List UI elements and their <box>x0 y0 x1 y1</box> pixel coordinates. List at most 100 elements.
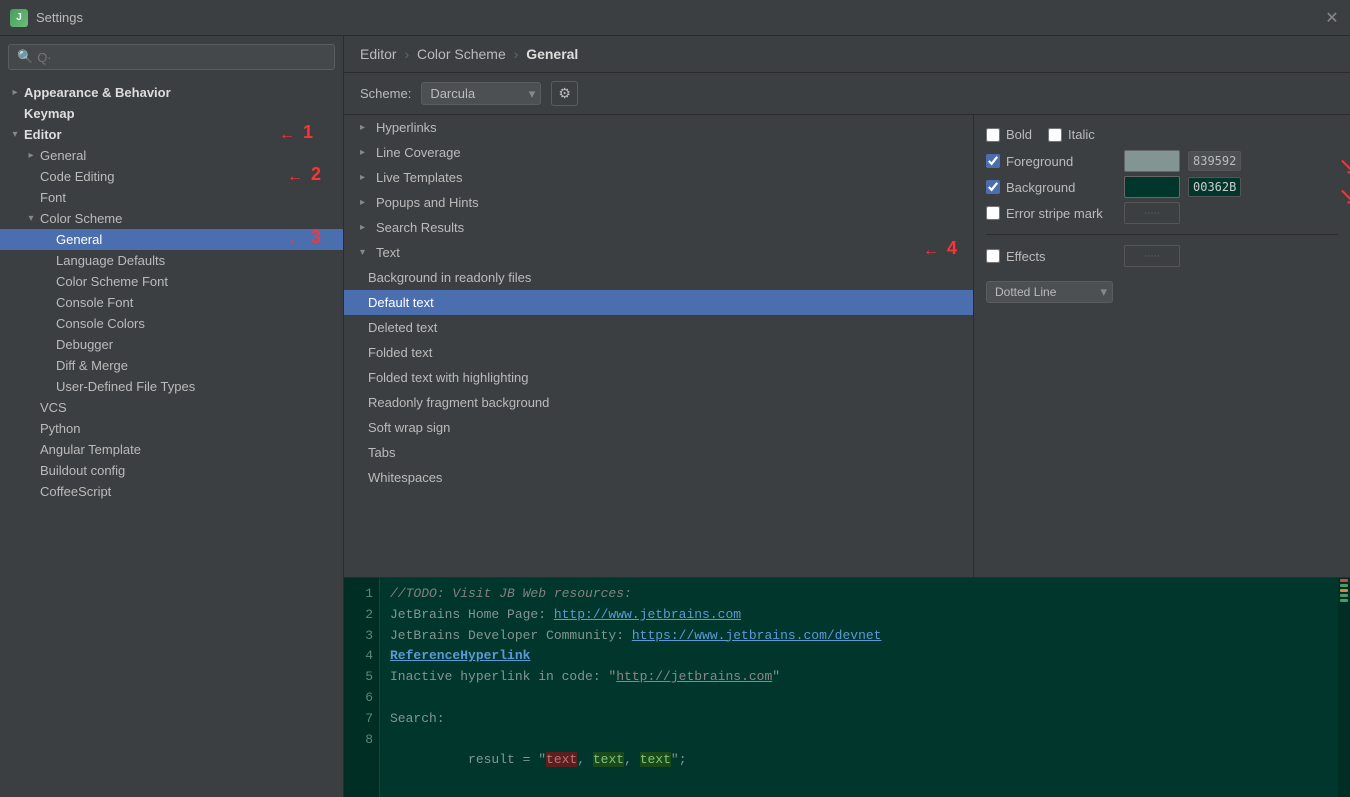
sidebar-label-color-scheme-font: Color Scheme Font <box>56 274 168 289</box>
background-checkbox-label[interactable]: Background <box>986 180 1116 195</box>
expand-arrow-appearance <box>8 86 22 100</box>
foreground-checkbox-label[interactable]: Foreground <box>986 154 1116 169</box>
gear-button[interactable]: ⚙ <box>551 81 578 106</box>
annotation-2a: 2 <box>311 164 321 185</box>
scroll-mark-5 <box>1340 599 1348 602</box>
background-checkbox[interactable] <box>986 180 1000 194</box>
scroll-mark-3 <box>1340 589 1348 592</box>
sidebar-label-debugger: Debugger <box>56 337 113 352</box>
scroll-mark-1 <box>1340 579 1348 582</box>
sidebar-item-user-defined[interactable]: User-Defined File Types <box>0 376 343 397</box>
list-item-folded-text[interactable]: Folded text <box>344 340 973 365</box>
sidebar-item-appearance[interactable]: Appearance & Behavior <box>0 82 343 103</box>
expand-arrow-color-scheme <box>24 212 38 226</box>
list-item-whitespaces[interactable]: Whitespaces <box>344 465 973 490</box>
error-stripe-checkbox-label[interactable]: Error stripe mark <box>986 206 1116 221</box>
li-label-line-coverage: Line Coverage <box>376 145 461 160</box>
bold-checkbox[interactable] <box>986 128 1000 142</box>
bold-checkbox-label[interactable]: Bold <box>986 127 1032 142</box>
list-item-deleted-text[interactable]: Deleted text <box>344 315 973 340</box>
sidebar-item-console-font[interactable]: Console Font <box>0 292 343 313</box>
line-numbers: 1 2 3 4 5 6 7 8 <box>344 578 380 797</box>
error-stripe-checkbox[interactable] <box>986 206 1000 220</box>
foreground-checkbox[interactable] <box>986 154 1000 168</box>
list-item-live-templates[interactable]: ▸ Live Templates <box>344 165 973 190</box>
li-label-folded-text: Folded text <box>368 345 432 360</box>
annotation-4: 4 <box>947 238 957 259</box>
effects-checkbox-label[interactable]: Effects <box>986 249 1116 264</box>
foreground-hex: 839592 <box>1188 151 1241 171</box>
sidebar-label-language-defaults: Language Defaults <box>56 253 165 268</box>
close-button[interactable]: ✕ <box>1324 10 1340 26</box>
sidebar-item-keymap[interactable]: Keymap <box>0 103 343 124</box>
scheme-dropdown[interactable]: Darcula Default High contrast <box>421 82 541 105</box>
sidebar-item-python[interactable]: Python <box>0 418 343 439</box>
effects-type-row: Dotted Line Underscored Bold Underscored… <box>986 277 1338 303</box>
sidebar-label-vcs: VCS <box>40 400 67 415</box>
effects-checkbox[interactable] <box>986 249 1000 263</box>
italic-checkbox[interactable] <box>1048 128 1062 142</box>
breadcrumb-part-2: Color Scheme <box>417 46 506 62</box>
expand-arrow-general <box>24 149 38 163</box>
sidebar-item-console-colors[interactable]: Console Colors <box>0 313 343 334</box>
sidebar-label-color-scheme: Color Scheme <box>40 211 122 226</box>
effects-type-dropdown[interactable]: Dotted Line Underscored Bold Underscored… <box>986 281 1113 303</box>
li-label-readonly-fragment: Readonly fragment background <box>368 395 549 410</box>
li-arrow-line-coverage: ▸ <box>360 147 374 158</box>
bold-italic-row: Bold Italic <box>986 127 1338 142</box>
search-box[interactable]: 🔍 <box>8 44 335 70</box>
preview-line-6 <box>390 688 1328 709</box>
list-item-text[interactable]: ▾ Text <box>344 240 973 265</box>
effects-row: Effects <box>986 243 1338 269</box>
list-item-hyperlinks[interactable]: ▸ Hyperlinks <box>344 115 973 140</box>
sidebar-label-appearance: Appearance & Behavior <box>24 85 171 100</box>
italic-checkbox-label[interactable]: Italic <box>1048 127 1095 142</box>
sidebar-item-diff-merge[interactable]: Diff & Merge <box>0 355 343 376</box>
sidebar-item-general[interactable]: General <box>0 145 343 166</box>
preview-line-7: Search: <box>390 709 1328 730</box>
preview-text-7: Search: <box>390 711 445 726</box>
foreground-row: Foreground 839592 代码字体颜色 ↙ <box>986 148 1338 174</box>
scheme-label: Scheme: <box>360 86 411 101</box>
list-item-soft-wrap[interactable]: Soft wrap sign <box>344 415 973 440</box>
line-num-8: 8 <box>352 730 373 751</box>
list-item-line-coverage[interactable]: ▸ Line Coverage <box>344 140 973 165</box>
effects-color-swatch[interactable] <box>1124 245 1180 267</box>
foreground-color-swatch[interactable] <box>1124 150 1180 172</box>
list-item-popups[interactable]: ▸ Popups and Hints <box>344 190 973 215</box>
sidebar-item-coffeescript[interactable]: CoffeeScript <box>0 481 343 502</box>
sidebar-item-buildout[interactable]: Buildout config <box>0 460 343 481</box>
window-title: Settings <box>36 10 1324 25</box>
arrow-3: ← <box>287 231 303 249</box>
preview-comment: //TODO: Visit JB Web resources: <box>390 586 632 601</box>
sidebar-item-editor-wrap: Editor 1 ← <box>0 124 343 145</box>
sidebar-item-code-editing-wrap: Code Editing 2 ← <box>0 166 343 187</box>
arrow-annotation-1: ← <box>279 126 295 144</box>
sidebar-item-vcs[interactable]: VCS <box>0 397 343 418</box>
scroll-mark-2 <box>1340 584 1348 587</box>
list-item-default-text[interactable]: Default text <box>344 290 973 315</box>
arrow-2a: ← <box>287 168 303 186</box>
scroll-indicator[interactable] <box>1338 578 1350 797</box>
list-item-tabs[interactable]: Tabs <box>344 440 973 465</box>
sidebar-item-color-scheme[interactable]: Color Scheme <box>0 208 343 229</box>
list-item-search-results[interactable]: ▸ Search Results <box>344 215 973 240</box>
line-num-3: 3 <box>352 626 373 647</box>
list-item-bg-readonly[interactable]: Background in readonly files <box>344 265 973 290</box>
list-item-readonly-fragment[interactable]: Readonly fragment background <box>344 390 973 415</box>
sidebar-label-editor: Editor <box>24 127 62 142</box>
error-stripe-swatch[interactable] <box>1124 202 1180 224</box>
sidebar-label-console-font: Console Font <box>56 295 133 310</box>
preview-text-3: JetBrains Developer Community: <box>390 628 632 643</box>
sidebar-label-diff-merge: Diff & Merge <box>56 358 128 373</box>
sidebar-item-debugger[interactable]: Debugger <box>0 334 343 355</box>
sidebar-item-angular[interactable]: Angular Template <box>0 439 343 460</box>
sidebar-item-font[interactable]: Font <box>0 187 343 208</box>
expand-arrow-editor <box>8 128 22 142</box>
list-item-folded-text-hl[interactable]: Folded text with highlighting <box>344 365 973 390</box>
preview-link-3: https://www.jetbrains.com/devnet <box>632 628 882 643</box>
background-color-swatch[interactable] <box>1124 176 1180 198</box>
sidebar-item-language-defaults[interactable]: Language Defaults <box>0 250 343 271</box>
search-input[interactable] <box>37 50 326 65</box>
sidebar-item-color-scheme-font[interactable]: Color Scheme Font <box>0 271 343 292</box>
